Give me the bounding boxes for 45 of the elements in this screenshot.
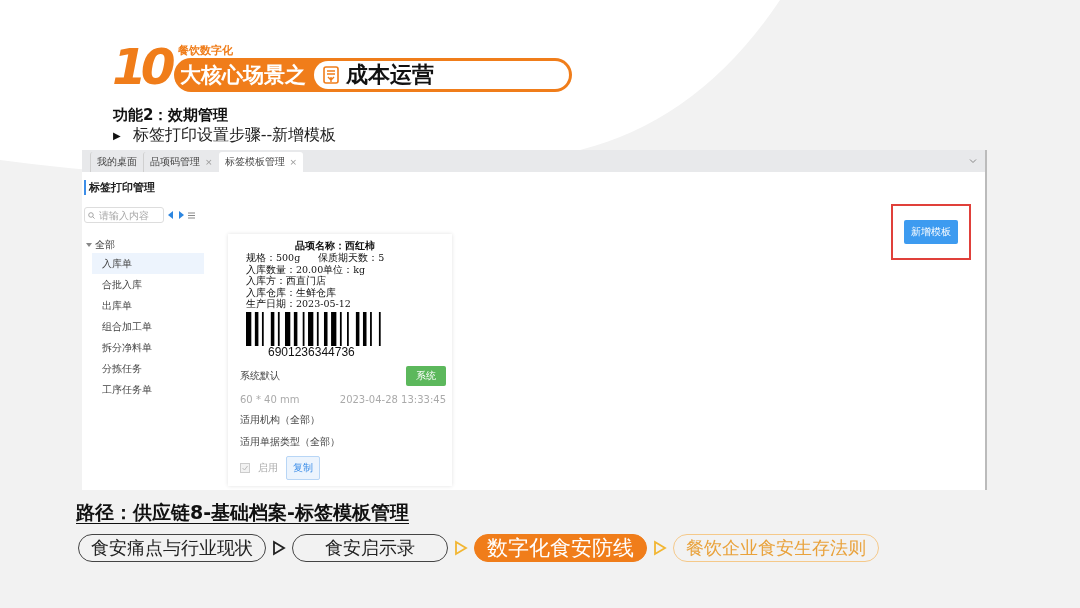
page-tab[interactable]: 我的桌面 <box>90 152 143 172</box>
logo-number: 10 <box>112 42 170 92</box>
label-text: 生产日期：2023-05-12 <box>246 298 352 310</box>
step-text: 标签打印设置步骤--新增模板 <box>132 125 337 146</box>
topic-title: 成本运营 <box>345 61 434 89</box>
label-text: 入库数量：20.00单位：kg <box>246 263 367 275</box>
enable-label: 启用 <box>258 460 278 475</box>
bullet-mark: ▶ <box>113 130 121 141</box>
org-scope: 适用机构（全部） <box>239 412 321 427</box>
doc-type-scope: 适用单据类型（全部） <box>239 434 341 449</box>
tree-item[interactable]: 合批入库 <box>92 274 204 295</box>
triangle-icon <box>454 540 468 556</box>
created-date: 2023-04-28 13:33:45 <box>339 393 446 405</box>
triangle-icon <box>653 540 667 556</box>
label-size: 60 * 40 mm <box>240 393 300 405</box>
tree-item[interactable]: 入库单 <box>92 253 204 274</box>
system-badge: 系统 <box>406 365 446 386</box>
tree-item[interactable]: 组合加工单 <box>92 316 204 337</box>
triangle-icon <box>272 540 286 556</box>
menu-icon[interactable] <box>188 211 195 219</box>
page-tab[interactable]: 标签模板管理 × <box>218 152 304 172</box>
label-text: 入库方：西直门店 <box>246 275 327 287</box>
triangle-right-icon[interactable] <box>178 211 184 219</box>
search-icon <box>88 212 95 219</box>
brand-text: 餐饮数字化 <box>177 43 234 58</box>
panel-title: 标签打印管理 <box>84 180 204 195</box>
label-text: 入库仓库：生鲜仓库 <box>246 286 337 298</box>
barcode-number: 6901236344736 <box>268 345 356 358</box>
tree-item[interactable]: 分拣任务 <box>92 358 204 379</box>
label-title: 品项名称：西红柿 <box>294 240 376 252</box>
template-name: 系统默认 <box>240 368 280 383</box>
triangle-left-icon[interactable] <box>168 211 174 219</box>
banner-title: 大核心场景之 <box>179 62 306 89</box>
section-title: 功能2：效期管理 <box>113 106 230 125</box>
label-text: 规格：500g <box>246 252 301 264</box>
label-text: 保质期天数：5 <box>318 252 385 264</box>
search-field[interactable]: 请输入内容 <box>84 207 164 223</box>
tree-node[interactable]: 全部 <box>84 237 204 253</box>
tree-item[interactable]: 工序任务单 <box>92 379 204 400</box>
tree-item[interactable]: 拆分净料单 <box>92 337 204 358</box>
path-caption: 路径：供应链8-基础档案-标签模板管理 <box>76 500 409 525</box>
receipt-icon <box>321 66 340 84</box>
tree-item[interactable]: 出库单 <box>92 295 204 316</box>
caret-icon <box>86 242 92 248</box>
page-tab[interactable]: 品项码管理 × <box>143 152 219 172</box>
